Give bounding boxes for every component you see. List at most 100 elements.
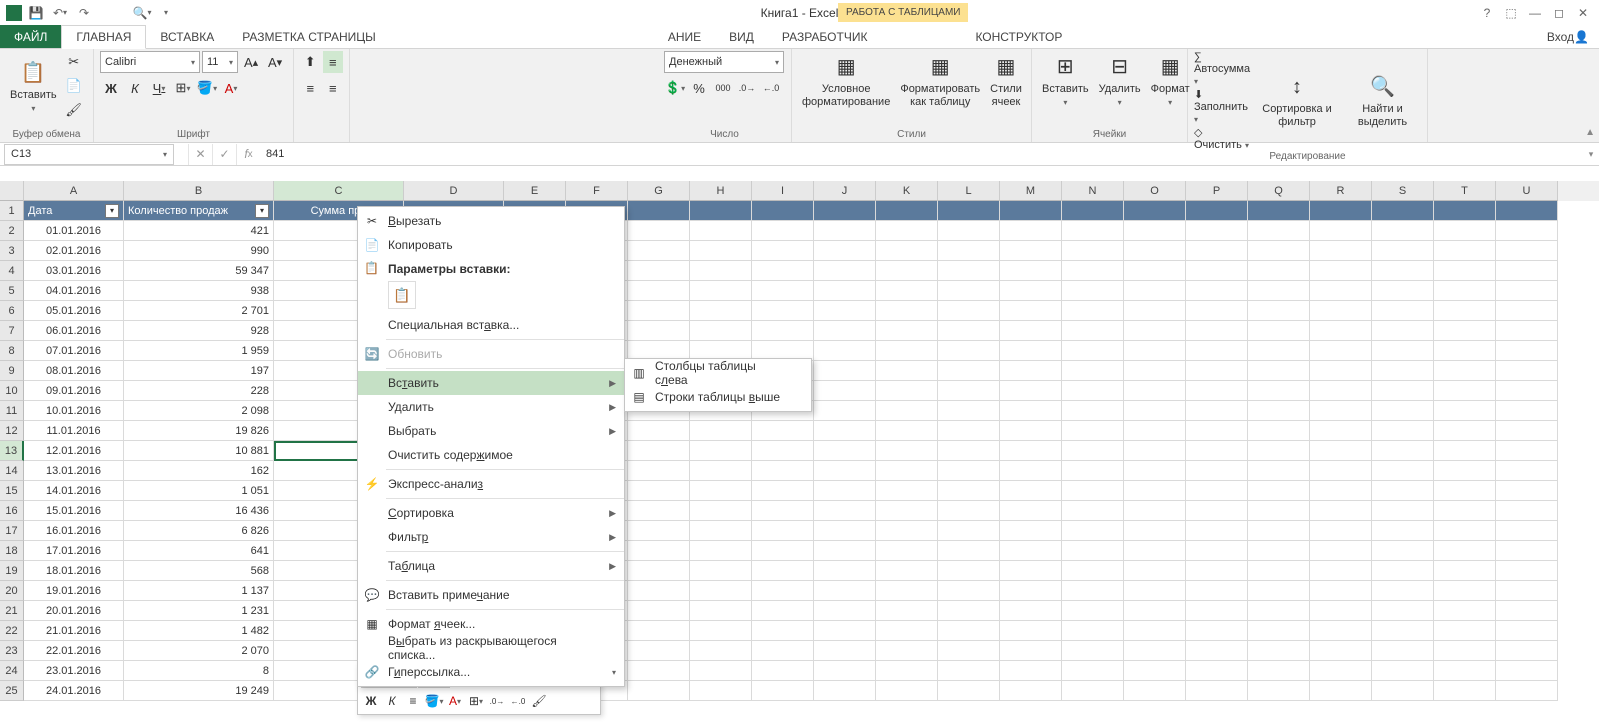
- tab-view[interactable]: ВИД: [715, 25, 768, 48]
- format-painter-icon[interactable]: 🖌: [63, 99, 85, 121]
- cell[interactable]: [690, 601, 752, 621]
- cell[interactable]: [1372, 581, 1434, 601]
- cell[interactable]: [1496, 561, 1558, 581]
- cell-qty[interactable]: 2 070: [124, 641, 274, 661]
- table-header-qty[interactable]: Количество продаж▾: [124, 201, 274, 221]
- row-header-8[interactable]: 8: [0, 341, 24, 361]
- cell[interactable]: [938, 541, 1000, 561]
- cell[interactable]: [876, 321, 938, 341]
- cell[interactable]: [876, 241, 938, 261]
- cell[interactable]: [1372, 321, 1434, 341]
- underline-button[interactable]: Ч▾: [148, 77, 170, 99]
- cell[interactable]: [1496, 641, 1558, 661]
- cell[interactable]: [690, 561, 752, 581]
- cell[interactable]: [1062, 361, 1124, 381]
- cell[interactable]: [1124, 241, 1186, 261]
- cell[interactable]: [876, 281, 938, 301]
- cell-date[interactable]: 02.01.2016: [24, 241, 124, 261]
- cell[interactable]: [1186, 361, 1248, 381]
- cell[interactable]: [1434, 661, 1496, 681]
- cell[interactable]: [1496, 541, 1558, 561]
- cell[interactable]: [1434, 621, 1496, 641]
- cell[interactable]: [1496, 241, 1558, 261]
- cell[interactable]: [1186, 281, 1248, 301]
- cell[interactable]: [1434, 461, 1496, 481]
- cell[interactable]: [1496, 361, 1558, 381]
- cell[interactable]: [1124, 281, 1186, 301]
- cell[interactable]: [628, 281, 690, 301]
- select-all-corner[interactable]: [0, 181, 24, 201]
- row-header-16[interactable]: 16: [0, 501, 24, 521]
- cm-cut[interactable]: ✂Вырезать: [358, 209, 624, 233]
- cell[interactable]: [1186, 461, 1248, 481]
- cell[interactable]: [1124, 301, 1186, 321]
- cell[interactable]: [1248, 301, 1310, 321]
- cell[interactable]: [1496, 281, 1558, 301]
- tab-designer[interactable]: КОНСТРУКТОР: [961, 25, 1076, 48]
- qat-undo-icon[interactable]: ↶▾: [50, 3, 70, 23]
- cell[interactable]: [628, 221, 690, 241]
- cell[interactable]: [1186, 441, 1248, 461]
- mt-bold-button[interactable]: Ж: [361, 691, 381, 711]
- cell[interactable]: [1496, 621, 1558, 641]
- cell[interactable]: [1000, 501, 1062, 521]
- cell[interactable]: [938, 601, 1000, 621]
- cell[interactable]: [1496, 681, 1558, 701]
- cell[interactable]: [1124, 461, 1186, 481]
- collapse-ribbon-icon[interactable]: ▲: [1585, 127, 1595, 138]
- cell[interactable]: [1062, 501, 1124, 521]
- cell[interactable]: [1496, 581, 1558, 601]
- row-header-13[interactable]: 13: [0, 441, 24, 461]
- cell[interactable]: [1310, 401, 1372, 421]
- cell-date[interactable]: 13.01.2016: [24, 461, 124, 481]
- cell[interactable]: [752, 681, 814, 701]
- row-header-19[interactable]: 19: [0, 561, 24, 581]
- cell[interactable]: [1372, 641, 1434, 661]
- cell[interactable]: [1124, 661, 1186, 681]
- cell[interactable]: [938, 461, 1000, 481]
- cell[interactable]: [1434, 241, 1496, 261]
- cell[interactable]: [690, 261, 752, 281]
- row-header-17[interactable]: 17: [0, 521, 24, 541]
- cm-table[interactable]: Таблица▶: [358, 554, 624, 578]
- cell-qty[interactable]: 928: [124, 321, 274, 341]
- cell[interactable]: [1310, 521, 1372, 541]
- cell[interactable]: [752, 601, 814, 621]
- row-header-7[interactable]: 7: [0, 321, 24, 341]
- mt-inc-decimal-icon[interactable]: .0→: [487, 691, 507, 711]
- cell[interactable]: [752, 581, 814, 601]
- cell[interactable]: [1372, 301, 1434, 321]
- cell-date[interactable]: 20.01.2016: [24, 601, 124, 621]
- cell[interactable]: [690, 521, 752, 541]
- cell[interactable]: [1372, 401, 1434, 421]
- cell-qty[interactable]: 10 881: [124, 441, 274, 461]
- cell[interactable]: [1310, 641, 1372, 661]
- cell[interactable]: [1124, 221, 1186, 241]
- cell[interactable]: [1124, 441, 1186, 461]
- cell[interactable]: [938, 581, 1000, 601]
- cell-date[interactable]: 18.01.2016: [24, 561, 124, 581]
- cell[interactable]: [1000, 381, 1062, 401]
- cell[interactable]: [1310, 201, 1372, 221]
- fill-button[interactable]: ⬇ Заполнить ▾: [1194, 88, 1250, 125]
- cell[interactable]: [628, 481, 690, 501]
- cell[interactable]: [1434, 681, 1496, 701]
- cell[interactable]: [938, 661, 1000, 681]
- spreadsheet-grid[interactable]: ABCDEFGHIJKLMNOPQRSTU 1Дата▾Количество п…: [0, 181, 1599, 723]
- cell[interactable]: [690, 641, 752, 661]
- find-select-button[interactable]: 🔍Найти и выделить: [1344, 71, 1421, 131]
- cell[interactable]: [876, 501, 938, 521]
- cell[interactable]: [690, 481, 752, 501]
- paste-button[interactable]: 📋 Вставить ▾: [6, 57, 61, 116]
- cell[interactable]: [814, 601, 876, 621]
- cell-date[interactable]: 19.01.2016: [24, 581, 124, 601]
- italic-button[interactable]: К: [124, 77, 146, 99]
- table-header-date[interactable]: Дата▾: [24, 201, 124, 221]
- cell[interactable]: [1310, 621, 1372, 641]
- cell[interactable]: [1372, 661, 1434, 681]
- cell-qty[interactable]: 1 051: [124, 481, 274, 501]
- cell[interactable]: [1248, 361, 1310, 381]
- cm-filter[interactable]: Фильтр▶: [358, 525, 624, 549]
- cell[interactable]: [1248, 261, 1310, 281]
- row-header-10[interactable]: 10: [0, 381, 24, 401]
